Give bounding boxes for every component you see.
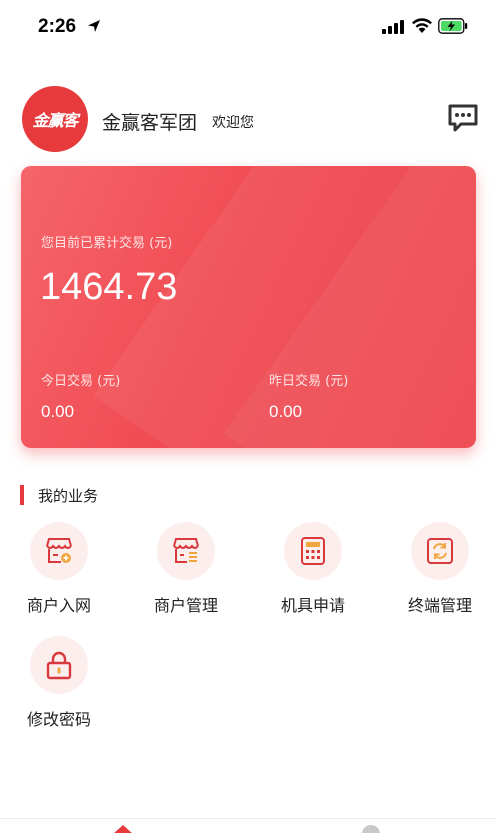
change-password-button[interactable]: 修改密码 — [0, 636, 120, 736]
merchant-management-button[interactable]: 商户管理 — [127, 522, 247, 622]
today-trade-value: 0.00 — [41, 402, 75, 421]
grid-item-label: 机具申请 — [280, 596, 345, 615]
bottom-tab-bar — [0, 818, 497, 833]
icon-circle — [30, 522, 88, 580]
today-trade-label: 今日交易 (元) — [41, 374, 121, 389]
brand-name: 金赢客军团 — [102, 112, 198, 134]
device-application-button[interactable]: 机具申请 — [254, 522, 374, 622]
cellular-signal-icon — [382, 20, 404, 34]
wifi-icon — [412, 18, 432, 33]
calculator-icon — [301, 537, 325, 565]
icon-circle — [157, 522, 215, 580]
grid-item-label: 商户入网 — [26, 596, 91, 615]
status-time: 2:26 — [38, 16, 77, 37]
section-header: 我的业务 — [20, 483, 98, 507]
icon-circle — [411, 522, 469, 580]
section-accent-bar — [20, 485, 24, 505]
grid-item-label: 终端管理 — [407, 596, 472, 615]
yesterday-trade-value: 0.00 — [269, 402, 303, 421]
battery-charging-icon — [438, 18, 468, 34]
message-icon[interactable] — [448, 104, 478, 132]
total-trade-label: 您目前已累计交易 (元) — [41, 236, 173, 251]
store-manage-icon — [173, 538, 199, 563]
terminal-refresh-icon — [427, 538, 453, 564]
section-title: 我的业务 — [38, 486, 99, 505]
home-tab-icon[interactable] — [113, 824, 133, 833]
merchant-onboarding-button[interactable]: 商户入网 — [0, 522, 120, 622]
page-header: 金赢客 金赢客军团 欢迎您 — [0, 86, 497, 156]
location-arrow-icon — [88, 20, 100, 32]
welcome-text: 欢迎您 — [212, 115, 254, 131]
status-bar: 2:26 — [0, 0, 497, 54]
store-add-icon — [46, 538, 72, 563]
grid-item-label: 修改密码 — [26, 710, 91, 729]
grid-item-label: 商户管理 — [153, 596, 218, 615]
lock-icon — [46, 651, 72, 680]
profile-tab-icon[interactable] — [362, 825, 380, 833]
icon-circle — [284, 522, 342, 580]
terminal-management-button[interactable]: 终端管理 — [381, 522, 497, 622]
transaction-summary-card: 您目前已累计交易 (元) 1464.73 今日交易 (元) 0.00 昨日交易 … — [21, 166, 476, 448]
icon-circle — [30, 636, 88, 694]
brand-logo-text: 金赢客 — [32, 111, 78, 130]
total-trade-value: 1464.73 — [40, 266, 178, 308]
brand-logo: 金赢客 — [22, 86, 88, 152]
yesterday-trade-label: 昨日交易 (元) — [269, 374, 349, 389]
